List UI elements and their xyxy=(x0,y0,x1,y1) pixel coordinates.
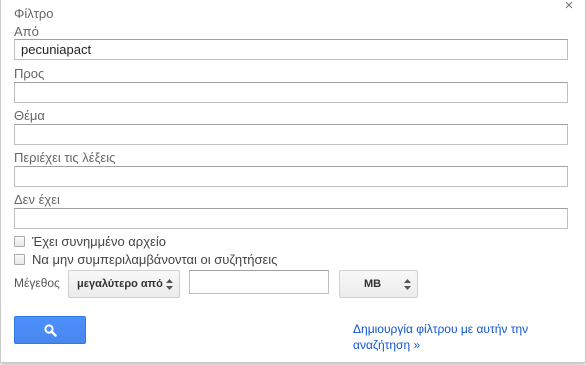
size-label: Μέγεθος xyxy=(14,276,60,290)
to-field[interactable] xyxy=(14,82,568,103)
filter-dialog: Φίλτρο × Από Προς Θέμα Περιέχει τις λέξε… xyxy=(0,0,586,363)
size-unit-select[interactable]: MB xyxy=(339,270,418,298)
subject-field[interactable] xyxy=(14,124,568,145)
has-attachment-row[interactable]: Έχει συνημμένο αρχείο xyxy=(14,233,166,249)
exclude-chats-label: Να μην συμπεριλαμβάνονται οι συζητήσεις xyxy=(32,251,278,267)
from-field[interactable] xyxy=(14,39,568,60)
close-icon[interactable]: × xyxy=(562,0,576,13)
search-button[interactable] xyxy=(14,316,86,344)
doesnt-have-label: Δεν έχει xyxy=(14,192,60,207)
has-attachment-label: Έχει συνημμένο αρχείο xyxy=(32,233,166,249)
exclude-chats-row[interactable]: Να μην συμπεριλαμβάνονται οι συζητήσεις xyxy=(14,251,278,267)
has-words-field[interactable] xyxy=(14,166,568,187)
dialog-title: Φίλτρο xyxy=(14,6,54,21)
search-icon xyxy=(43,323,57,337)
size-comparator-value: μεγαλύτερο από xyxy=(77,278,163,290)
select-arrows-icon xyxy=(166,279,173,290)
to-label: Προς xyxy=(14,66,45,81)
doesnt-have-field[interactable] xyxy=(14,208,568,229)
size-comparator-select[interactable]: μεγαλύτερο από xyxy=(68,270,180,298)
has-words-label: Περιέχει τις λέξεις xyxy=(14,150,116,165)
exclude-chats-checkbox[interactable] xyxy=(14,253,25,265)
create-filter-link[interactable]: Δημιουργία φίλτρου με αυτήν την αναζήτησ… xyxy=(353,321,563,353)
size-value-field[interactable] xyxy=(189,270,329,294)
select-arrows-icon xyxy=(404,279,411,290)
size-unit-value: MB xyxy=(363,278,382,290)
has-attachment-checkbox[interactable] xyxy=(14,235,25,247)
subject-label: Θέμα xyxy=(14,108,45,123)
from-label: Από xyxy=(14,24,39,39)
